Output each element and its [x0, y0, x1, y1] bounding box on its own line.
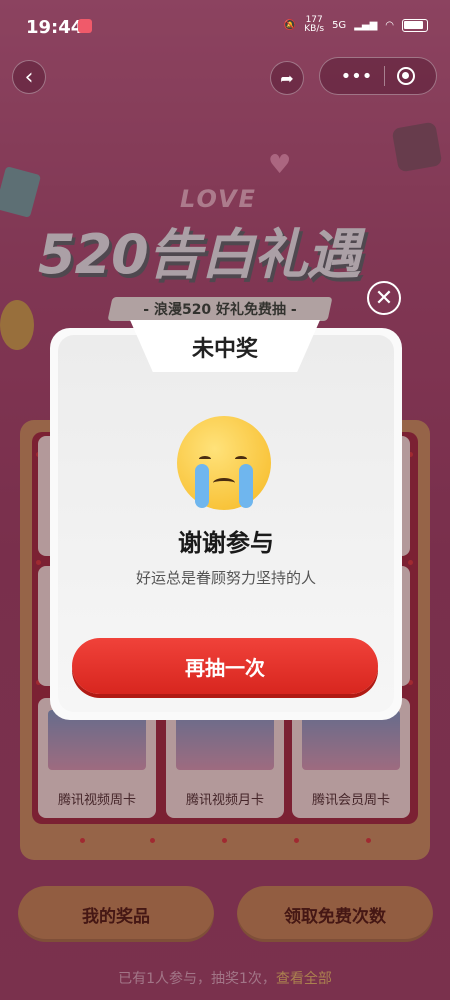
crying-face-icon	[177, 416, 271, 510]
close-modal-button[interactable]: ✕	[367, 281, 401, 315]
emoji-tear	[239, 464, 253, 508]
wifi-icon: ◠	[385, 19, 394, 31]
modal-title: 未中奖	[191, 337, 258, 362]
network-speed: 177 KB/s	[304, 15, 325, 34]
emoji-tear	[195, 464, 209, 508]
share-arrow-icon: ➦	[280, 68, 294, 88]
retry-draw-button[interactable]: 再抽一次	[72, 638, 378, 694]
modal-heading: 谢谢参与	[178, 529, 274, 557]
emoji-eye	[199, 456, 211, 462]
signal-bars-icon: ▂▄▆	[354, 19, 378, 31]
signal-5g: 5G	[332, 19, 347, 31]
status-time: 19:44	[26, 17, 84, 38]
emoji-mouth	[213, 478, 235, 488]
battery-icon	[402, 18, 428, 32]
chevron-left-icon: ‹	[24, 64, 34, 90]
back-button[interactable]: ‹	[12, 60, 46, 94]
capsule-divider	[384, 66, 386, 86]
emoji-eye	[235, 456, 247, 462]
more-dots-icon[interactable]: •••	[341, 66, 373, 87]
modal-description: 好运总是眷顾努力坚持的人	[135, 569, 316, 587]
mute-icon: 🔕	[283, 19, 297, 31]
target-ring-icon[interactable]	[397, 67, 416, 85]
share-button[interactable]: ➦	[270, 61, 304, 95]
close-icon: ✕	[374, 285, 394, 311]
miniprogram-capsule: •••	[319, 57, 437, 95]
status-bar: 19:44 🔕 177 KB/s 5G ▂▄▆ ◠	[0, 0, 450, 54]
app-notification-icon	[78, 19, 92, 33]
